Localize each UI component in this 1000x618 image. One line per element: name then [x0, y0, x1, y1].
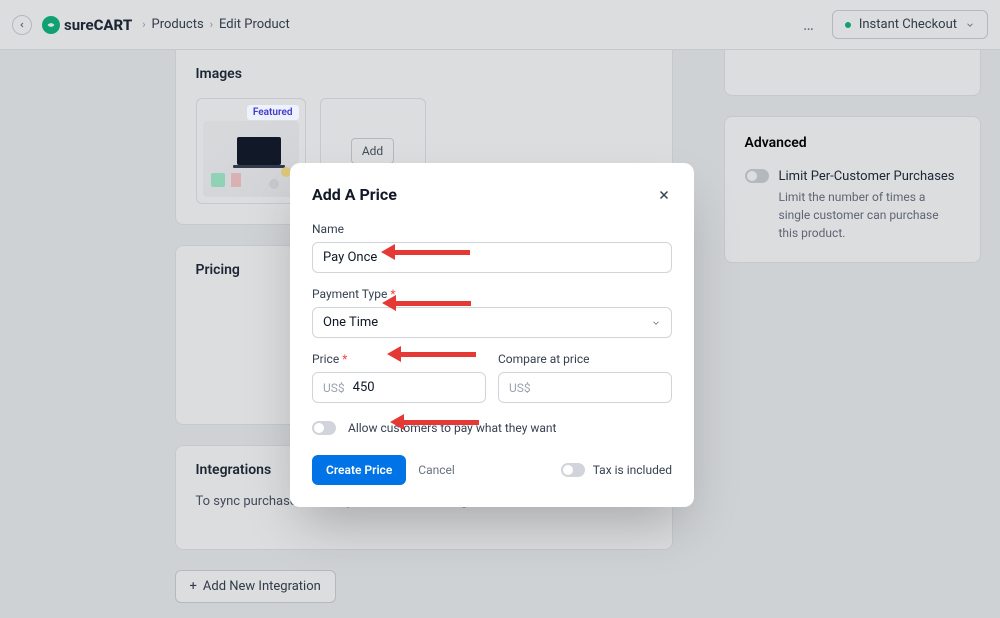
allow-pay-toggle[interactable] [312, 421, 336, 435]
payment-type-value: One Time [323, 315, 378, 330]
compare-input-wrapper: US$ [498, 372, 672, 403]
close-icon [657, 188, 671, 202]
payment-type-label: Payment Type [312, 287, 387, 301]
create-price-button[interactable]: Create Price [312, 455, 406, 485]
modal-title: Add A Price [312, 185, 397, 204]
currency-prefix: US$ [509, 381, 531, 395]
tax-label: Tax is included [593, 463, 672, 477]
annotation-arrow [390, 414, 479, 430]
name-label: Name [312, 222, 672, 236]
close-button[interactable] [656, 187, 672, 203]
add-price-modal: Add A Price Name Payment Type * One Time… [290, 163, 694, 507]
cancel-button[interactable]: Cancel [418, 463, 455, 477]
price-input[interactable] [353, 373, 475, 402]
payment-type-select[interactable]: One Time [312, 307, 672, 338]
name-input[interactable] [312, 242, 672, 273]
price-input-wrapper: US$ [312, 372, 486, 403]
annotation-arrow [387, 346, 476, 362]
price-label: Price [312, 352, 339, 366]
annotation-arrow [381, 244, 470, 260]
compare-label: Compare at price [498, 352, 672, 366]
chevron-down-icon [651, 318, 661, 328]
currency-prefix: US$ [323, 381, 345, 395]
compare-input[interactable] [539, 373, 661, 402]
featured-badge: Featured [247, 105, 299, 120]
annotation-arrow [382, 295, 471, 311]
tax-included-toggle[interactable] [561, 463, 585, 477]
required-marker: * [342, 352, 347, 366]
